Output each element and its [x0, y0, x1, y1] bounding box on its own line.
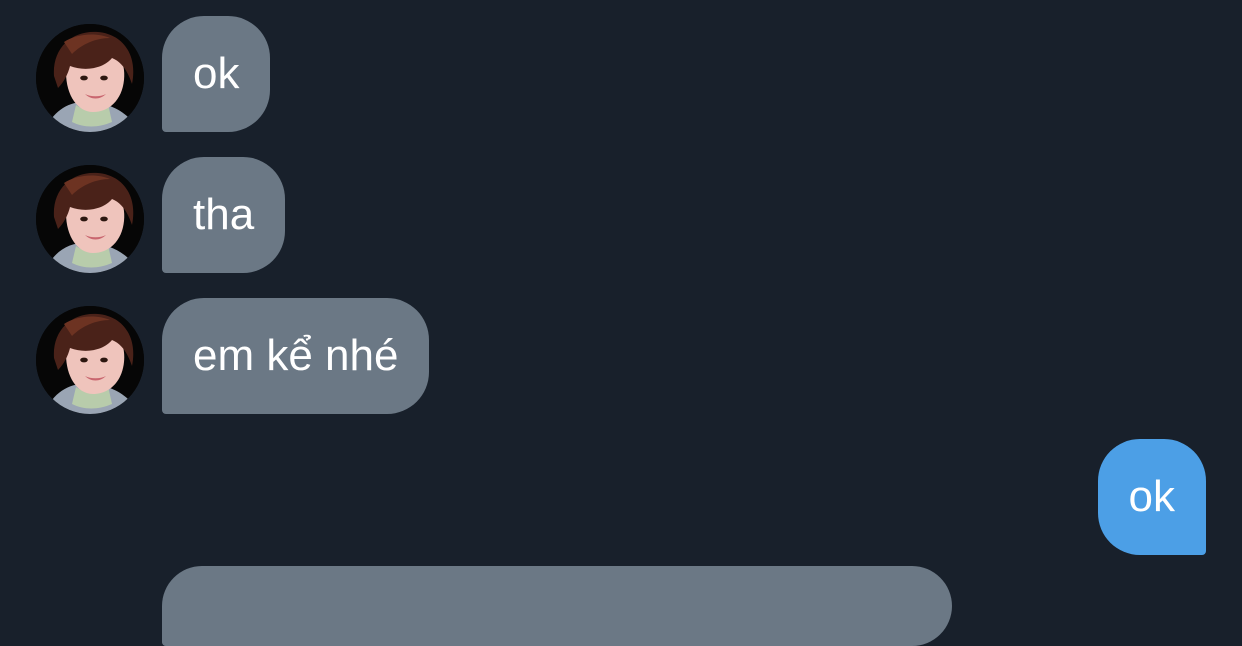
outgoing-message-bubble[interactable]: ok: [1097, 439, 1206, 555]
chat-thread: ok tha em kể nhé ok: [0, 0, 1242, 646]
avatar-portrait-image: [36, 165, 144, 273]
avatar-portrait-image: [36, 24, 144, 132]
incoming-message-bubble[interactable]: em kể nhé: [162, 298, 430, 414]
avatar-portrait-image: [36, 306, 144, 414]
contact-avatar[interactable]: [36, 306, 144, 414]
contact-avatar[interactable]: [36, 165, 144, 273]
incoming-message-bubble[interactable]: tha: [162, 157, 286, 273]
incoming-message-bubble-partial[interactable]: [162, 566, 952, 646]
incoming-message-bubble[interactable]: ok: [162, 16, 271, 132]
contact-avatar[interactable]: [36, 24, 144, 132]
